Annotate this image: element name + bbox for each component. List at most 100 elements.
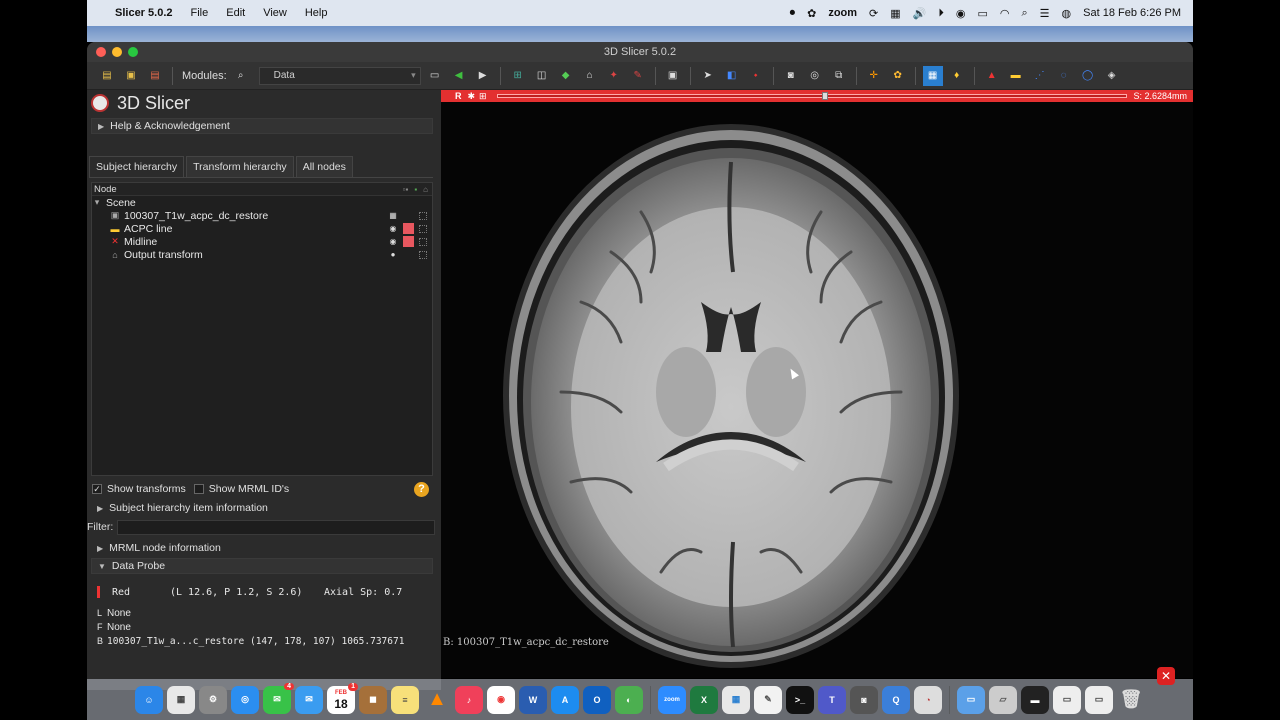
editor-module-icon[interactable]: ✎ [628, 66, 648, 86]
calendar-icon[interactable]: FEB 18 1 [327, 682, 358, 714]
crosshair-icon[interactable]: ✛ [864, 66, 884, 86]
curve-icon[interactable]: ⋰ [1030, 66, 1050, 86]
back-arrow-icon[interactable]: ◀ [449, 66, 469, 86]
tree-row-midline[interactable]: ✕ Midline ◉ [92, 235, 432, 248]
word-icon[interactable]: W [519, 685, 547, 714]
eye-icon[interactable]: ◉ [388, 237, 398, 246]
link-icon[interactable]: ⊞ [479, 91, 487, 102]
transform-column-icon[interactable]: ⌂ [423, 185, 428, 194]
menu-file[interactable]: File [191, 7, 209, 19]
terminal-icon[interactable]: >_ [786, 685, 814, 714]
mail-icon[interactable]: ✉ [295, 685, 323, 714]
data-module-icon[interactable]: ⊞ [508, 66, 528, 86]
minimize-window-button[interactable] [112, 47, 122, 57]
expand-arrow-icon[interactable]: ▾ [92, 197, 102, 208]
browser-icon[interactable]: ◐ [615, 685, 643, 714]
outlook-icon[interactable]: O [583, 685, 611, 714]
spotlight-icon[interactable]: ⌕ [1022, 7, 1028, 20]
tree-row-output-transform[interactable]: ⌂ Output transform ● [92, 248, 432, 261]
chrome-icon[interactable]: ◉ [487, 685, 515, 714]
app-store-icon[interactable]: A [551, 685, 579, 714]
module-selector[interactable]: Data [258, 66, 421, 85]
help-acknowledgement-section[interactable]: ▶ Help & Acknowledgement [91, 118, 433, 134]
ruler-icon[interactable]: ▬ [1006, 66, 1026, 86]
mri-axial-slice[interactable] [441, 102, 1193, 678]
screenshot-icon[interactable]: ▣ [663, 66, 683, 86]
tab-all-nodes[interactable]: All nodes [295, 156, 353, 177]
markups-module-icon[interactable]: ✦ [604, 66, 624, 86]
wifi-icon[interactable]: ◠ [1000, 7, 1010, 20]
zoom-status[interactable]: zoom [828, 7, 857, 19]
color-swatch[interactable] [403, 236, 414, 247]
control-center-icon[interactable]: ☰ [1040, 7, 1050, 20]
vlc-icon[interactable]: ▲ [423, 686, 451, 714]
visibility-dot-icon[interactable]: ● [388, 250, 398, 259]
menu-edit[interactable]: Edit [226, 7, 245, 19]
play-icon[interactable]: ⏵ [938, 7, 944, 20]
notes-icon[interactable]: ≡ [391, 685, 419, 714]
sh-item-info-section[interactable]: ▶ Subject hierarchy item information [91, 500, 433, 516]
transform-cell[interactable] [419, 237, 427, 246]
launchpad-icon[interactable]: ▦ [167, 685, 195, 714]
extensions-icon[interactable]: ▦ [922, 65, 943, 86]
show-transforms-checkbox[interactable]: ✓ [92, 484, 102, 494]
tree-row-scene[interactable]: ▾ Scene [92, 196, 432, 209]
module-search-icon[interactable]: ⌕ [231, 66, 251, 86]
roi-icon[interactable]: ◈ [1102, 66, 1122, 86]
place-mode-icon[interactable]: ◧ [722, 66, 742, 86]
slice-view-label[interactable]: R [455, 91, 462, 101]
contacts-icon[interactable]: ◼ [359, 685, 387, 714]
folder-icon[interactable]: ▭ [957, 685, 985, 714]
downloads-icon[interactable]: ▱ [989, 685, 1017, 714]
slice-visibility-icon[interactable]: ▦ [388, 211, 398, 220]
music-icon[interactable]: ♪ [455, 685, 483, 714]
zoom-app-icon[interactable]: zoom [658, 685, 686, 714]
grid-icon[interactable]: ▦ [890, 7, 900, 20]
extension-icon[interactable]: ✿ [807, 7, 816, 20]
load-dicom-icon[interactable]: ▣ [121, 66, 141, 86]
refresh-icon[interactable]: ⟳ [869, 7, 878, 20]
menu-help[interactable]: Help [305, 7, 328, 19]
show-mrml-ids-checkbox[interactable] [193, 484, 204, 494]
tab-transform-hierarchy[interactable]: Transform hierarchy [186, 156, 294, 177]
eye-icon[interactable]: ◉ [388, 224, 398, 233]
teams-icon[interactable]: T [818, 685, 846, 714]
fiducial-icon[interactable]: ⬩ [746, 66, 766, 86]
quicktime-icon[interactable]: Q [882, 685, 910, 714]
screenshot-app-icon[interactable]: ◙ [850, 685, 878, 714]
slicer-dock-icon[interactable]: ◔ [914, 685, 942, 714]
subject-hierarchy-tree[interactable]: Node ▫▪ ▪ ⌂ ▾ Scene ▣ 100307_T1w_acpc_dc… [91, 182, 433, 476]
trash-icon[interactable]: 🗑 [1117, 686, 1145, 714]
visibility-column-icon[interactable]: ▫▪ [403, 185, 409, 194]
window-titlebar[interactable]: 3D Slicer 5.0.2 [87, 42, 1193, 62]
slider-handle[interactable] [822, 92, 828, 100]
layout-icon[interactable]: ⧉ [829, 66, 849, 86]
menu-view[interactable]: View [263, 7, 287, 19]
color-column-icon[interactable]: ▪ [414, 185, 417, 194]
capture-icon[interactable]: ◙ [781, 66, 801, 86]
plane-icon[interactable]: ◯ [1078, 66, 1098, 86]
pin-icon[interactable]: ✱ [468, 91, 476, 102]
models-module-icon[interactable]: ◆ [556, 66, 576, 86]
tree-row-volume[interactable]: ▣ 100307_T1w_acpc_dc_restore ▦ [92, 209, 432, 222]
excel-icon[interactable]: X [690, 685, 718, 714]
safari-icon[interactable]: ◎ [231, 685, 259, 714]
transform-cell[interactable] [419, 211, 427, 220]
help-icon[interactable]: ? [414, 481, 429, 497]
tab-subject-hierarchy[interactable]: Subject hierarchy [89, 156, 185, 177]
forward-arrow-icon[interactable]: ▶ [473, 66, 493, 86]
messages-icon[interactable]: ✉ 4 [263, 682, 294, 714]
mouse-mode-icon[interactable]: ✿ [888, 66, 908, 86]
menu-app-name[interactable]: Slicer 5.0.2 [115, 7, 173, 19]
menubar-clock[interactable]: Sat 18 Feb 6:26 PM [1083, 7, 1181, 19]
closed-curve-icon[interactable]: ◌ [1054, 66, 1074, 86]
slice-offset-slider[interactable] [497, 92, 1127, 100]
scene-view-icon[interactable]: ◎ [805, 66, 825, 86]
python-icon[interactable]: ♦ [947, 66, 967, 86]
window-thumb-icon[interactable]: ▭ [1053, 685, 1081, 714]
save-data-icon[interactable]: ▤ [145, 66, 165, 86]
user-icon[interactable]: ◉ [956, 7, 966, 20]
pointer-icon[interactable]: ➤ [698, 66, 718, 86]
load-data-icon[interactable]: ▤ [97, 66, 117, 86]
volume-icon[interactable]: 🔊 [913, 7, 927, 20]
